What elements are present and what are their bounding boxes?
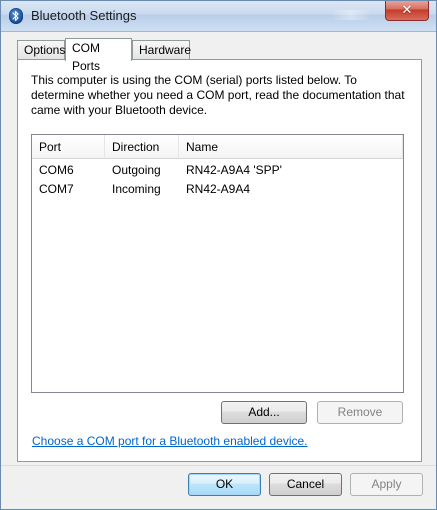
remove-button[interactable]: Remove	[317, 401, 403, 424]
description-text: This computer is using the COM (serial) …	[31, 73, 405, 117]
ok-button[interactable]: OK	[188, 473, 261, 496]
direction-cell: Incoming	[112, 182, 161, 196]
apply-button[interactable]: Apply	[350, 473, 423, 496]
com-ports-tab-page: This computer is using the COM (serial) …	[17, 59, 422, 462]
remove-button-label: Remove	[337, 405, 383, 419]
footer-divider	[1, 465, 436, 466]
column-header-port[interactable]: Port	[32, 135, 105, 159]
list-row[interactable]: COM6 Outgoing RN42-A9A4 'SPP'	[32, 161, 403, 180]
cancel-button-label: Cancel	[286, 477, 325, 491]
tab-hardware[interactable]: Hardware	[132, 40, 192, 60]
apply-button-label: Apply	[371, 477, 402, 491]
column-header-name[interactable]: Name	[179, 135, 403, 159]
name-cell: RN42-A9A4	[186, 182, 251, 196]
column-header-port-label: Port	[39, 140, 62, 154]
name-cell: RN42-A9A4 'SPP'	[186, 163, 282, 177]
port-cell: COM7	[39, 182, 74, 196]
ok-button-label: OK	[215, 477, 234, 491]
cancel-button[interactable]: Cancel	[269, 473, 342, 496]
column-header-direction[interactable]: Direction	[105, 135, 179, 159]
bluetooth-icon	[9, 8, 23, 24]
com-ports-list[interactable]: Port Direction Name COM6 Outgoing RN42-A…	[31, 134, 404, 393]
add-button-label: Add...	[248, 405, 280, 419]
close-icon: ✕	[401, 2, 413, 17]
tab-options-label: Options	[24, 43, 66, 57]
column-header-direction-label: Direction	[112, 140, 160, 154]
tab-com-ports-label: COM Ports	[72, 41, 101, 73]
column-header-name-label: Name	[186, 140, 219, 154]
list-header: Port Direction Name	[32, 135, 403, 159]
tab-hardware-label: Hardware	[139, 43, 192, 57]
tab-com-ports[interactable]: COM Ports	[65, 38, 132, 73]
bluetooth-settings-window: Bluetooth Settings ✕ Options COM Ports H…	[0, 0, 437, 510]
add-button[interactable]: Add...	[221, 401, 307, 424]
direction-cell: Outgoing	[112, 163, 161, 177]
tab-strip: Options COM Ports Hardware	[17, 38, 427, 73]
tab-options[interactable]: Options	[17, 40, 65, 60]
window-title: Bluetooth Settings	[31, 8, 137, 23]
port-cell: COM6	[39, 163, 74, 177]
list-row[interactable]: COM7 Incoming RN42-A9A4	[32, 180, 403, 199]
choose-com-port-link[interactable]: Choose a COM port for a Bluetooth enable…	[32, 434, 308, 448]
close-button[interactable]: ✕	[385, 1, 429, 21]
title-bar[interactable]: Bluetooth Settings ✕	[1, 1, 436, 32]
title-bar-highlight	[331, 10, 371, 20]
